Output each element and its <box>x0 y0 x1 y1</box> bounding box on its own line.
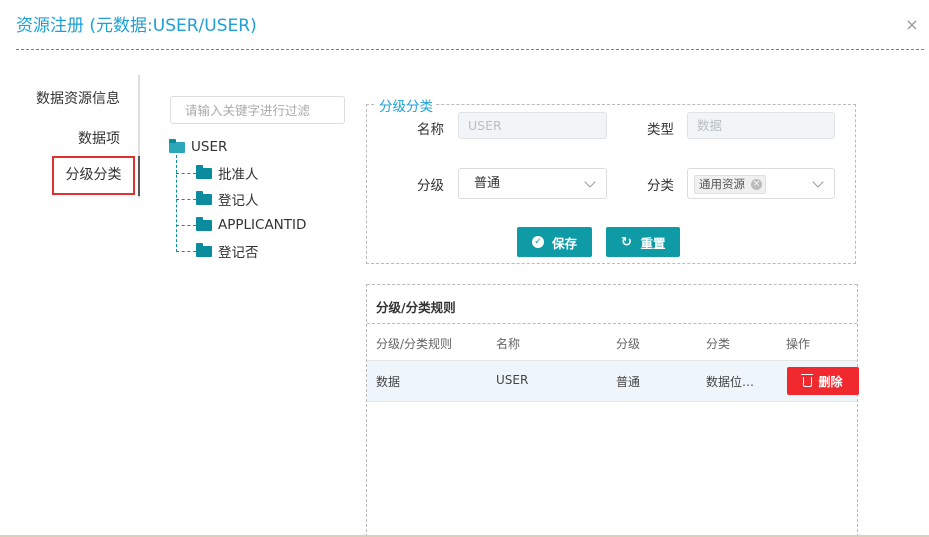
cell-category: 数据位… <box>706 375 755 389</box>
tree-node[interactable]: APPLICANTID <box>196 215 306 235</box>
folder-open-icon <box>169 138 185 153</box>
refresh-icon: ↻ <box>621 234 632 250</box>
chevron-down-icon <box>584 176 596 188</box>
tree-node[interactable]: 批准人 <box>196 163 259 183</box>
tree-node-label: 登记否 <box>218 245 259 261</box>
cell-rule: 数据 <box>376 375 401 389</box>
column-header-name: 名称 <box>496 337 521 351</box>
tree-node-label: APPLICANTID <box>218 217 307 233</box>
level-select-value: 普通 <box>474 176 501 191</box>
tree-filter-input[interactable] <box>170 96 345 124</box>
category-label: 分类 <box>647 178 674 194</box>
tree-branch-line <box>176 251 196 252</box>
tree-root-node[interactable]: USER <box>169 137 227 157</box>
reset-button-label: 重置 <box>640 235 666 251</box>
rules-panel: 分级/分类规则 分级/分类规则 名称 分级 分类 操作 数据 USER 普通 数… <box>366 284 859 537</box>
nav-item-resource-info[interactable]: 数据资源信息 <box>36 88 120 108</box>
trash-icon <box>801 374 814 387</box>
name-field: USER <box>458 112 607 139</box>
delete-button-label: 删除 <box>818 374 843 389</box>
level-select[interactable]: 普通 <box>458 168 607 199</box>
type-field: 数据 <box>687 112 835 139</box>
cell-name: USER <box>496 373 529 387</box>
category-multiselect[interactable]: 通用资源 × <box>687 168 835 199</box>
reset-button[interactable]: ↻ 重置 <box>606 227 680 257</box>
tree-node-label: 登记人 <box>218 193 259 209</box>
dialog-header: 资源注册 (元数据:USER/USER) × <box>0 0 929 52</box>
tree-branch-line <box>176 199 196 200</box>
rules-header: 分级/分类规则 <box>367 284 857 324</box>
nav-active-indicator <box>138 156 140 196</box>
save-button-label: 保存 <box>551 235 577 251</box>
folder-icon <box>196 216 212 231</box>
type-label: 类型 <box>647 122 674 138</box>
field-tree: USER 批准人 登记人 APPLICANTID 登记否 <box>169 137 349 267</box>
chevron-down-icon <box>812 176 824 188</box>
save-button[interactable]: ✓ 保存 <box>517 227 592 257</box>
tree-branch-line <box>176 173 196 174</box>
column-header-category: 分类 <box>706 337 731 351</box>
cell-level: 普通 <box>616 375 641 389</box>
folder-icon <box>196 242 212 257</box>
delete-button[interactable]: 删除 <box>787 367 859 395</box>
tree-root-label: USER <box>191 139 228 155</box>
table-row: 数据 USER 普通 数据位… 删除 <box>367 361 859 402</box>
rules-title: 分级/分类规则 <box>376 300 456 315</box>
left-nav: 数据资源信息 数据项 分级分类 <box>0 75 140 198</box>
column-header-action: 操作 <box>786 337 811 351</box>
tree-guide-line <box>176 155 177 252</box>
nav-item-data-items[interactable]: 数据项 <box>78 128 120 148</box>
tag-remove-icon[interactable]: × <box>751 179 762 190</box>
category-tag-label: 通用资源 <box>699 177 745 191</box>
folder-icon <box>196 190 212 205</box>
tree-node[interactable]: 登记否 <box>196 241 259 261</box>
column-header-rule: 分级/分类规则 <box>376 337 453 351</box>
tree-node-label: 批准人 <box>218 167 259 183</box>
level-label: 分级 <box>417 178 444 194</box>
category-tag: 通用资源 × <box>694 175 766 194</box>
tree-node[interactable]: 登记人 <box>196 189 259 209</box>
name-label: 名称 <box>417 122 444 138</box>
nav-item-classification[interactable]: 分级分类 <box>52 156 135 195</box>
column-header-level: 分级 <box>616 337 641 351</box>
header-divider <box>16 49 924 50</box>
check-circle-icon: ✓ <box>531 236 544 248</box>
close-icon[interactable]: × <box>901 14 923 36</box>
tree-branch-line <box>176 225 196 226</box>
folder-icon <box>196 164 212 179</box>
dialog-title: 资源注册 (元数据:USER/USER) <box>16 16 257 36</box>
fieldset-legend: 分级分类 <box>376 95 436 115</box>
